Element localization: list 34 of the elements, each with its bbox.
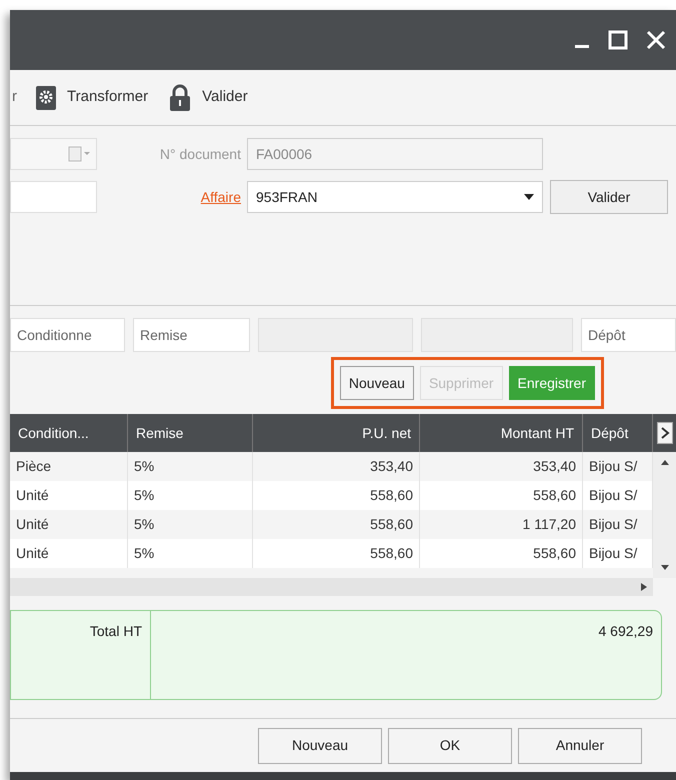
toolbar-button[interactable]: Transformer xyxy=(35,84,148,110)
maximize-icon[interactable] xyxy=(608,30,628,50)
footer-button[interactable]: OK xyxy=(388,728,512,764)
document-number-field: FA00006 xyxy=(247,138,543,170)
footer-button[interactable]: Annuler xyxy=(518,728,642,764)
vertical-scrollbar[interactable] xyxy=(653,452,676,578)
toolbar-button[interactable]: Valider xyxy=(168,84,248,112)
document-caret-icon xyxy=(68,146,90,162)
scroll-up-icon[interactable] xyxy=(660,460,668,465)
gear-icon xyxy=(35,84,57,110)
table-cell: 5% xyxy=(128,539,253,568)
table-cell: 558,60 xyxy=(420,539,583,568)
scroll-right-icon[interactable] xyxy=(656,422,672,444)
close-icon[interactable] xyxy=(646,30,666,50)
toolbar-label: r xyxy=(11,87,17,108)
total-label: Total HT xyxy=(90,622,142,641)
scroll-right-icon[interactable] xyxy=(641,583,647,591)
input-field[interactable] xyxy=(10,181,97,213)
line-action-button[interactable]: Nouveau xyxy=(340,366,414,400)
lock-icon xyxy=(168,84,192,112)
caret-icon xyxy=(524,194,534,200)
combo-value: 953FRAN xyxy=(256,188,318,206)
affaire-combo[interactable]: 953FRAN xyxy=(247,181,543,213)
filter-field[interactable]: Remise xyxy=(133,318,250,352)
table-cell: 558,60 xyxy=(253,539,420,568)
filter-field[interactable]: Dépôt xyxy=(581,318,676,352)
filter-field[interactable]: Conditionne xyxy=(10,318,125,352)
horizontal-scrollbar[interactable] xyxy=(10,578,653,596)
total-value: 4 692,29 xyxy=(598,622,653,641)
validate-button[interactable]: Valider xyxy=(550,180,668,214)
scroll-down-icon[interactable] xyxy=(660,565,668,570)
field-label: N° document xyxy=(158,144,242,164)
table-cell: Unité xyxy=(10,539,128,568)
footer-button[interactable]: Nouveau xyxy=(258,728,382,764)
